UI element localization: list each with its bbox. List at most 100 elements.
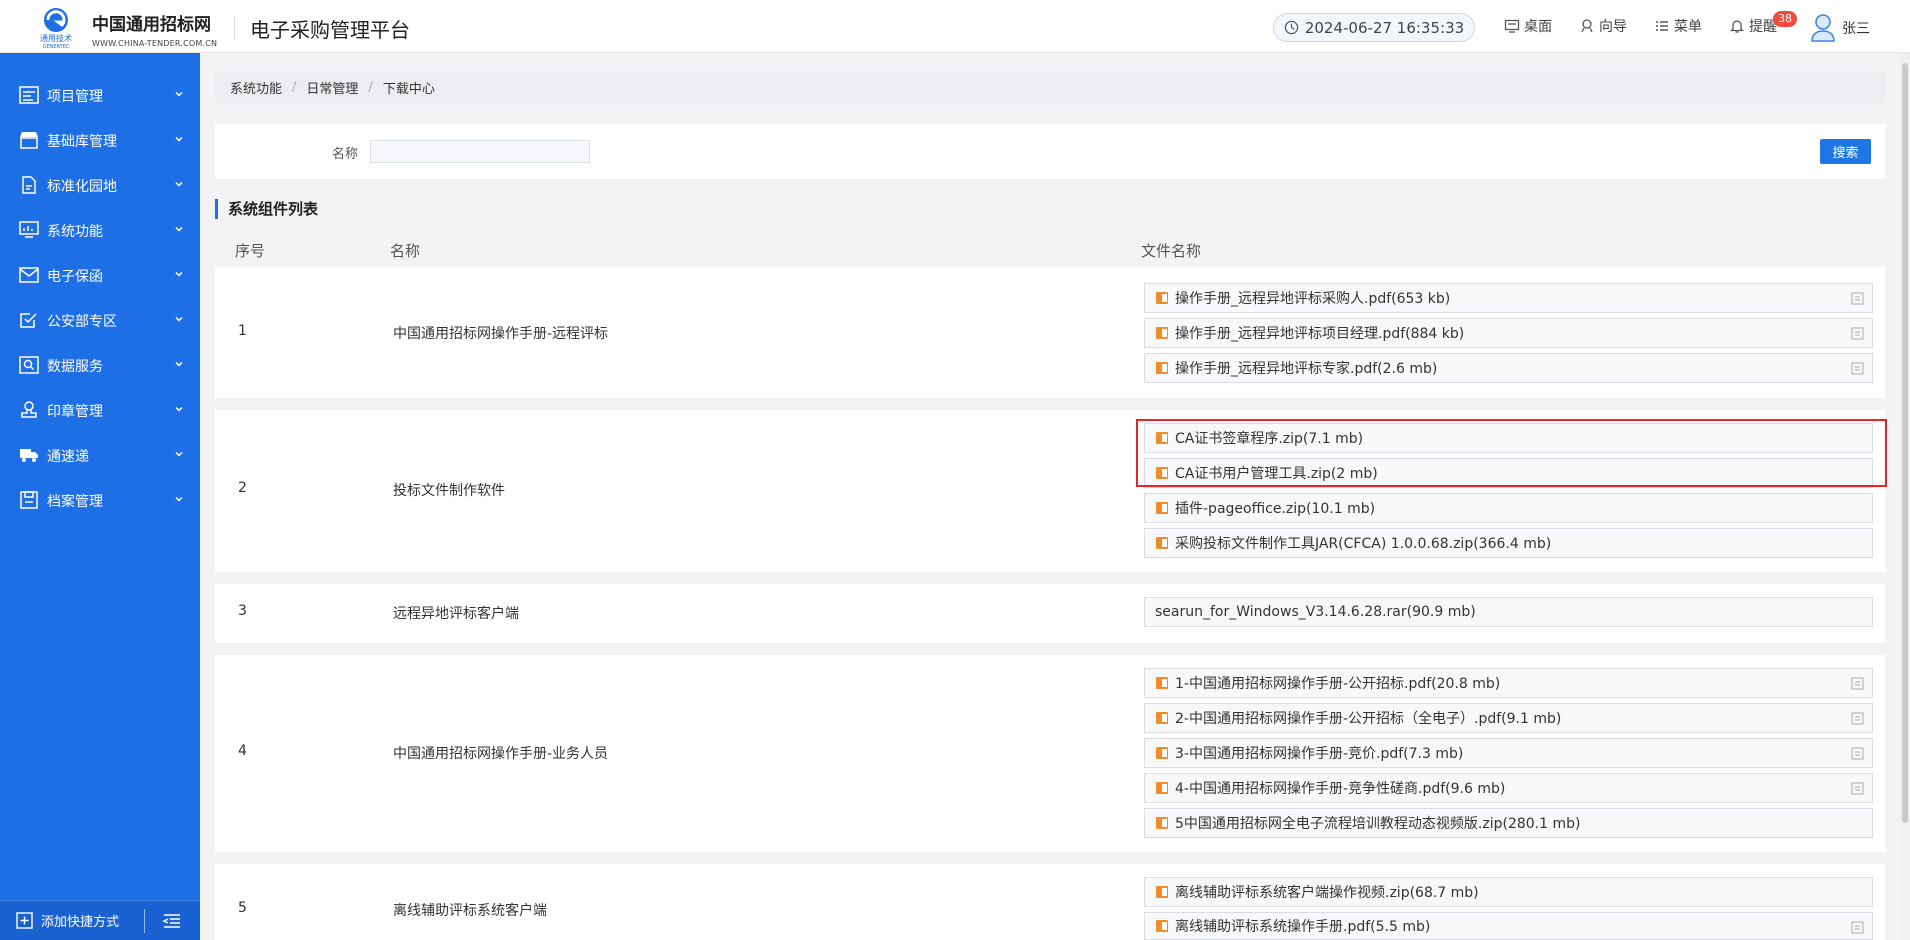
brand-url: WWW.CHINA-TENDER.COM.CN (92, 39, 218, 48)
collapse-menu-icon[interactable] (162, 912, 182, 930)
svg-text:GENERTEC: GENERTEC (43, 44, 70, 50)
sidebar-footer: 添加快捷方式 (0, 900, 200, 940)
sidebar-item-label: 档案管理 (47, 494, 103, 510)
file-link[interactable]: 采购投标文件制作工具JAR(CFCA) 1.0.0.68.zip(366.4 m… (1144, 528, 1873, 558)
download-icon[interactable] (1851, 677, 1864, 690)
chevron-down-icon (175, 451, 183, 457)
file-icon (1156, 747, 1168, 759)
nav-menu[interactable]: 菜单 (1654, 16, 1702, 36)
guide-icon (1581, 19, 1593, 33)
file-name: searun_for_Windows_V3.14.6.28.rar(90.9 m… (1155, 604, 1476, 620)
file-link[interactable]: 3-中国通用招标网操作手册-竞价.pdf(7.3 mb) (1144, 738, 1873, 768)
sidebar-item-data-service[interactable]: 数据服务 (0, 343, 200, 387)
file-icon (1156, 292, 1168, 304)
file-icon (1156, 362, 1168, 374)
file-link[interactable]: 1-中国通用招标网操作手册-公开招标.pdf(20.8 mb) (1144, 668, 1873, 698)
sidebar-item-project[interactable]: 项目管理 (0, 73, 200, 117)
nav-reminder[interactable]: 提醒 (1729, 16, 1777, 36)
search-panel: 名称 搜索 (215, 124, 1885, 179)
file-icon (1156, 817, 1168, 829)
add-shortcut-button[interactable]: 添加快捷方式 (16, 911, 119, 930)
brand[interactable]: 中国通用招标网 WWW.CHINA-TENDER.COM.CN (92, 10, 217, 48)
sidebar-item-archive[interactable]: 档案管理 (0, 478, 200, 522)
file-link[interactable]: 2-中国通用招标网操作手册-公开招标（全电子）.pdf(9.1 mb) (1144, 703, 1873, 733)
bell-icon (1729, 20, 1745, 33)
sidebar-item-express[interactable]: 通速递 (0, 433, 200, 477)
sidebar-item-e-guarantee[interactable]: 电子保函 (0, 253, 200, 297)
nav-menu-label: 菜单 (1674, 19, 1702, 35)
file-link[interactable]: 插件-pageoffice.zip(10.1 mb) (1144, 493, 1873, 523)
chevron-down-icon (175, 226, 183, 232)
row-index: 4 (238, 743, 247, 759)
file-link[interactable]: 操作手册_远程异地评标采购人.pdf(653 kb) (1144, 283, 1873, 313)
clock-icon (1284, 20, 1299, 35)
breadcrumb-item[interactable]: 系统功能 (230, 78, 282, 97)
project-icon (19, 86, 39, 104)
sidebar-item-standard[interactable]: 标准化园地 (0, 163, 200, 207)
chevron-down-icon (175, 271, 183, 277)
chevron-down-icon (175, 91, 183, 97)
file-name: 1-中国通用招标网操作手册-公开招标.pdf(20.8 mb) (1175, 676, 1501, 692)
download-icon[interactable] (1851, 747, 1864, 760)
nav-guide[interactable]: 向导 (1579, 16, 1627, 36)
header-divider (234, 16, 235, 40)
column-header-name: 名称 (390, 242, 421, 260)
file-link[interactable]: 操作手册_远程异地评标专家.pdf(2.6 mb) (1144, 353, 1873, 383)
file-link[interactable]: 离线辅助评标系统操作手册.pdf(5.5 mb) (1144, 912, 1873, 940)
file-icon (1156, 502, 1168, 514)
sidebar-item-label: 公安部专区 (47, 314, 117, 330)
avatar[interactable] (1810, 12, 1836, 42)
row-name: 离线辅助评标系统客户端 (393, 903, 547, 919)
sidebar-item-label: 电子保函 (47, 269, 103, 285)
breadcrumb-item[interactable]: 日常管理 (306, 78, 358, 97)
file-name: 3-中国通用招标网操作手册-竞价.pdf(7.3 mb) (1175, 746, 1464, 762)
download-icon[interactable] (1851, 327, 1864, 340)
scrollbar-thumb[interactable] (1902, 63, 1908, 823)
row-name: 远程异地评标客户端 (393, 606, 519, 622)
download-icon[interactable] (1851, 292, 1864, 305)
file-icon (1156, 537, 1168, 549)
download-icon[interactable] (1851, 712, 1864, 725)
genertec-logo-icon[interactable]: 通用技术 GENERTEC (22, 4, 90, 50)
row-index: 5 (238, 900, 247, 916)
checkbox-icon (20, 313, 37, 328)
column-header-index: 序号 (235, 242, 266, 260)
file-link[interactable]: 操作手册_远程异地评标项目经理.pdf(884 kb) (1144, 318, 1873, 348)
store-icon (20, 132, 38, 149)
sidebar-item-base-library[interactable]: 基础库管理 (0, 118, 200, 162)
download-icon[interactable] (1851, 921, 1864, 934)
sidebar-item-public-security[interactable]: 公安部专区 (0, 298, 200, 342)
file-name: 离线辅助评标系统客户端操作视频.zip(68.7 mb) (1175, 885, 1479, 901)
page-scrollbar[interactable] (1900, 53, 1910, 940)
reminder-badge: 38 (1773, 11, 1797, 27)
file-link[interactable]: 5中国通用招标网全电子流程培训教程动态视频版.zip(280.1 mb) (1144, 808, 1873, 838)
file-link[interactable]: searun_for_Windows_V3.14.6.28.rar(90.9 m… (1144, 597, 1873, 627)
file-link[interactable]: 离线辅助评标系统客户端操作视频.zip(68.7 mb) (1144, 877, 1873, 907)
search-label: 名称 (332, 147, 359, 162)
top-header: 通用技术 GENERTEC 中国通用招标网 WWW.CHINA-TENDER.C… (0, 0, 1910, 53)
sidebar-item-label: 标准化园地 (47, 179, 117, 195)
section-title: 系统组件列表 (215, 199, 318, 219)
row-index: 2 (238, 480, 247, 496)
sidebar-item-label: 系统功能 (47, 224, 103, 240)
search-button[interactable]: 搜索 (1820, 139, 1871, 164)
breadcrumb: 系统功能 / 日常管理 / 下载中心 (215, 71, 1885, 103)
nav-desktop-label: 桌面 (1524, 19, 1552, 35)
highlight-box (1136, 419, 1887, 487)
sidebar-item-seal[interactable]: 印章管理 (0, 388, 200, 432)
chart-icon (19, 221, 39, 238)
file-name: 5中国通用招标网全电子流程培训教程动态视频版.zip(280.1 mb) (1175, 816, 1581, 832)
download-icon[interactable] (1851, 362, 1864, 375)
chevron-down-icon (175, 361, 183, 367)
chevron-down-icon (175, 136, 183, 142)
name-search-input[interactable] (370, 140, 590, 163)
nav-desktop[interactable]: 桌面 (1504, 16, 1552, 36)
file-name: 插件-pageoffice.zip(10.1 mb) (1175, 501, 1376, 517)
footer-divider (144, 909, 145, 933)
sidebar-item-system[interactable]: 系统功能 (0, 208, 200, 252)
file-link[interactable]: 4-中国通用招标网操作手册-竞争性磋商.pdf(9.6 mb) (1144, 773, 1873, 803)
download-icon[interactable] (1851, 782, 1864, 795)
user-name[interactable]: 张三 (1842, 18, 1870, 38)
breadcrumb-separator: / (292, 79, 297, 95)
file-name: 操作手册_远程异地评标采购人.pdf(653 kb) (1175, 291, 1451, 307)
